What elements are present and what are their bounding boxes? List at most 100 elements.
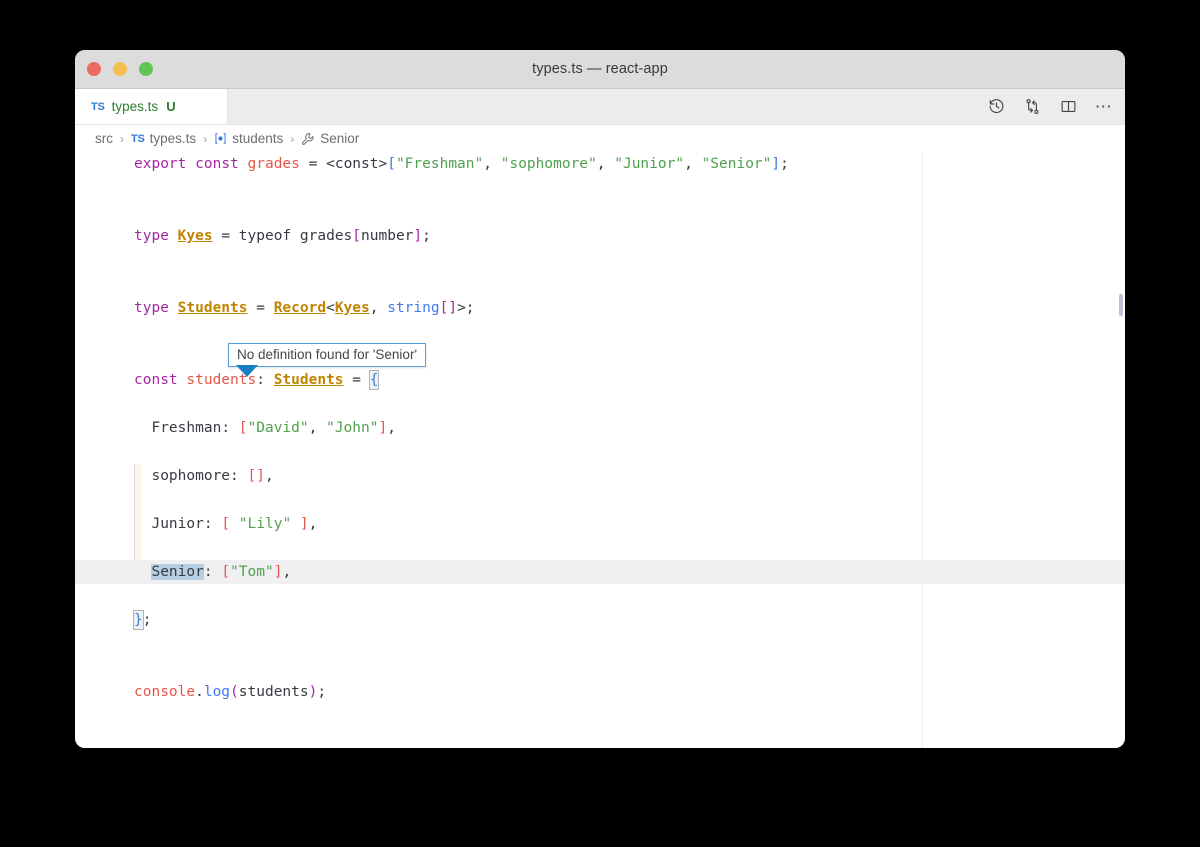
tab-types-ts[interactable]: TS types.ts U	[75, 89, 228, 124]
token-punct: :	[256, 372, 274, 388]
breadcrumb-label: types.ts	[149, 131, 197, 146]
breadcrumb-separator-icon: ›	[203, 131, 208, 146]
typescript-file-icon: TS	[91, 100, 105, 113]
code-line-5: type Students = Record<Kyes, string[]>;	[75, 296, 1125, 320]
screen: types.ts — react-app TS types.ts U ⋯ src…	[0, 0, 1200, 847]
breadcrumb-separator-icon: ›	[290, 131, 295, 146]
symbol-property-icon	[301, 132, 315, 146]
tooltip-arrow-icon	[236, 365, 258, 377]
token-property-selected[interactable]: Senior	[151, 564, 204, 580]
code-line-14: console.log(students);	[75, 680, 1125, 704]
token-type: Kyes	[177, 228, 213, 244]
token-string: "Junior"	[614, 156, 685, 172]
maximize-window-button[interactable]	[139, 62, 153, 76]
token-string: "Senior"	[701, 156, 772, 172]
token-bracket: (	[230, 684, 239, 700]
no-definition-tooltip: No definition found for 'Senior'	[228, 343, 427, 377]
token-type: Students	[273, 372, 344, 388]
split-editor-icon[interactable]	[1057, 96, 1079, 118]
token-string: "Tom"	[230, 564, 274, 580]
token-string: "John"	[326, 420, 379, 436]
token-bracket: [	[221, 564, 231, 580]
token-assertion: <const>	[326, 156, 388, 172]
token-variable: grades	[299, 228, 353, 244]
token-keyword: const	[195, 156, 239, 172]
token-keyword: export	[134, 156, 187, 172]
token-operator: =	[308, 156, 318, 172]
tab-bar: TS types.ts U ⋯	[75, 89, 1125, 125]
breadcrumb-item-src[interactable]: src	[95, 131, 113, 146]
token-bracket: [	[352, 228, 362, 244]
token-keyword: type	[134, 300, 169, 316]
tab-git-status-badge: U	[166, 99, 176, 114]
code-line-9: sophomore: [],	[75, 464, 1125, 488]
code-line-12: };	[75, 608, 1125, 632]
breadcrumb-label: Senior	[320, 131, 360, 146]
minimize-window-button[interactable]	[113, 62, 127, 76]
code-line-1: export const grades = <const>["Freshman"…	[75, 152, 1125, 176]
code-line-8: Freshman: ["David", "John"],	[75, 416, 1125, 440]
symbol-variable-icon	[214, 132, 227, 145]
token-punct: ;	[422, 228, 431, 244]
tooltip-message: No definition found for 'Senior'	[237, 347, 418, 362]
token-property: Freshman	[151, 420, 222, 436]
token-builtin-type: string	[387, 300, 440, 316]
token-method: log	[203, 684, 231, 700]
token-bracket-match-open: {	[368, 370, 380, 390]
token-punct: ,	[264, 468, 274, 484]
token-keyword: type	[134, 228, 169, 244]
token-punct: .	[195, 684, 204, 700]
token-punct: ,	[308, 420, 327, 436]
token-string: "David"	[247, 420, 309, 436]
breadcrumb-item-senior[interactable]: Senior	[301, 131, 359, 146]
token-bracket: ]	[413, 228, 423, 244]
tab-label: types.ts	[111, 99, 159, 114]
more-actions-icon[interactable]: ⋯	[1093, 96, 1115, 118]
token-punct: ,	[684, 156, 702, 172]
token-bracket-match-close: }	[133, 610, 144, 630]
token-punct: ;	[142, 612, 152, 628]
token-punct: ;	[780, 156, 789, 172]
typescript-file-icon: TS	[131, 132, 145, 145]
token-punct: ,	[596, 156, 615, 172]
code-line-3: type Kyes = typeof grades[number];	[75, 224, 1125, 248]
window-titlebar: types.ts — react-app	[75, 50, 1125, 89]
token-property: sophomore	[151, 468, 231, 484]
more-actions-glyph: ⋯	[1094, 96, 1114, 116]
token-punct: :	[203, 516, 222, 532]
token-operator: =	[352, 372, 362, 388]
token-type: Record	[273, 300, 327, 316]
breadcrumb-item-students[interactable]: students	[214, 131, 283, 146]
token-punct: :	[230, 468, 248, 484]
breadcrumb-label: src	[95, 131, 113, 146]
token-punct: :	[221, 420, 239, 436]
token-punct: ,	[483, 156, 501, 172]
code-line-11: Senior: ["Tom"],	[75, 560, 1125, 584]
token-property: Junior	[151, 516, 204, 532]
close-window-button[interactable]	[87, 62, 101, 76]
token-bracket: []	[247, 468, 265, 484]
token-punct: :	[203, 564, 222, 580]
breadcrumb-item-types-ts[interactable]: TS types.ts	[131, 131, 196, 146]
history-icon[interactable]	[985, 96, 1007, 118]
token-punct: ,	[369, 300, 388, 316]
token-index-type: number	[361, 228, 414, 244]
token-bracket: [	[387, 156, 396, 172]
token-string: "Freshman"	[395, 156, 484, 172]
token-bracket: [	[221, 516, 231, 532]
token-punct: ,	[387, 420, 396, 436]
token-keyword: const	[134, 372, 178, 388]
token-string: "sophomore"	[500, 156, 597, 172]
compare-changes-icon[interactable]	[1021, 96, 1043, 118]
token-keyword-typeof: typeof	[238, 228, 292, 244]
code-editor[interactable]: export const grades = <const>["Freshman"…	[75, 152, 1125, 748]
breadcrumb: src › TS types.ts › students › Senior	[75, 125, 1125, 152]
code-line-7: const students: Students = {	[75, 368, 1125, 392]
token-operator: =	[256, 300, 265, 316]
token-bracket: ]	[771, 156, 781, 172]
token-argument: students	[238, 684, 309, 700]
editor-window: types.ts — react-app TS types.ts U ⋯ src…	[75, 50, 1125, 748]
token-bracket: []	[439, 300, 458, 316]
breadcrumb-separator-icon: ›	[120, 131, 124, 146]
token-object: console	[134, 684, 196, 700]
